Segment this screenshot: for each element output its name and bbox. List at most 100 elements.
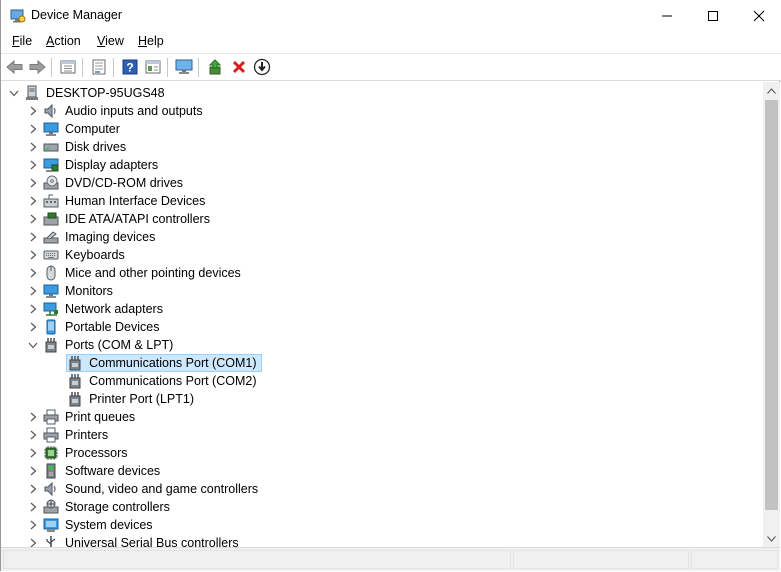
expand-toggle[interactable]	[27, 156, 39, 174]
menu-action[interactable]: Action	[46, 34, 81, 48]
tree-node-content[interactable]: Software devices	[42, 462, 165, 480]
tree-category-sound-video-and-game-controllers[interactable]: Sound, video and game controllers	[27, 480, 263, 498]
expand-toggle[interactable]	[27, 264, 39, 282]
expand-toggle[interactable]	[27, 480, 39, 498]
tree-category-computer[interactable]: Computer	[27, 120, 125, 138]
scroll-up-arrow[interactable]	[763, 82, 780, 99]
tree-node-content[interactable]: Monitors	[42, 282, 118, 300]
tree-category-universal-serial-bus-controllers[interactable]: Universal Serial Bus controllers	[27, 534, 244, 547]
expand-toggle[interactable]	[27, 120, 39, 138]
camera-icon	[43, 229, 59, 245]
tree-device-communications-port-com1[interactable]: Communications Port (COM1)	[63, 354, 262, 372]
vertical-scrollbar[interactable]	[763, 82, 780, 547]
back-button[interactable]	[5, 58, 25, 76]
tree-category-software-devices[interactable]: Software devices	[27, 462, 165, 480]
tree-node-content[interactable]: Communications Port (COM2)	[66, 372, 261, 390]
tree-category-display-adapters[interactable]: Display adapters	[27, 156, 163, 174]
tree-root-computer[interactable]: DESKTOP-95UGS48	[8, 84, 170, 102]
tree-node-content[interactable]: Mice and other pointing devices	[42, 264, 246, 282]
properties-view-button[interactable]	[58, 58, 78, 76]
tree-category-network-adapters[interactable]: Network adapters	[27, 300, 168, 318]
tree-category-storage-controllers[interactable]: Storage controllers	[27, 498, 175, 516]
tree-category-processors[interactable]: Processors	[27, 444, 133, 462]
tree-category-human-interface-devices[interactable]: Human Interface Devices	[27, 192, 210, 210]
expand-toggle[interactable]	[27, 462, 39, 480]
back-icon	[6, 60, 23, 74]
expand-toggle[interactable]	[27, 408, 39, 426]
expand-toggle[interactable]	[27, 102, 39, 120]
tree-node-content[interactable]: Processors	[42, 444, 133, 462]
tree-node-content[interactable]: Disk drives	[42, 138, 131, 156]
tree-node-content[interactable]: DVD/CD-ROM drives	[42, 174, 188, 192]
disable-device-button[interactable]	[252, 58, 272, 76]
menu-view[interactable]: View	[97, 34, 124, 48]
tree-node-content[interactable]: Storage controllers	[42, 498, 175, 516]
tree-node-content[interactable]: DESKTOP-95UGS48	[23, 84, 170, 102]
tree-device-communications-port-com2[interactable]: Communications Port (COM2)	[63, 372, 261, 390]
tree-node-content[interactable]: Printers	[42, 426, 113, 444]
tree-category-mice-and-other-pointing-devices[interactable]: Mice and other pointing devices	[27, 264, 246, 282]
tree-category-imaging-devices[interactable]: Imaging devices	[27, 228, 160, 246]
help-button[interactable]: ?	[120, 58, 140, 76]
tree-category-monitors[interactable]: Monitors	[27, 282, 118, 300]
tree-node-content[interactable]: Print queues	[42, 408, 140, 426]
scan-hardware-button[interactable]	[174, 58, 194, 76]
tree-node-content[interactable]: Keyboards	[42, 246, 130, 264]
expand-toggle[interactable]	[27, 516, 39, 534]
scroll-down-arrow[interactable]	[763, 530, 780, 547]
expand-toggle[interactable]	[27, 498, 39, 516]
tree-device-printer-port-lpt1[interactable]: Printer Port (LPT1)	[63, 390, 199, 408]
expand-toggle[interactable]	[27, 246, 39, 264]
tree-node-content[interactable]: Human Interface Devices	[42, 192, 210, 210]
scroll-thumb[interactable]	[765, 100, 778, 510]
expand-toggle[interactable]	[27, 138, 39, 156]
expand-toggle[interactable]	[27, 300, 39, 318]
tree-node-content[interactable]: Universal Serial Bus controllers	[42, 534, 244, 547]
expand-toggle[interactable]	[27, 336, 39, 354]
minimize-button[interactable]	[644, 0, 690, 31]
tree-category-disk-drives[interactable]: Disk drives	[27, 138, 131, 156]
close-button[interactable]	[736, 0, 781, 31]
expand-toggle[interactable]	[27, 534, 39, 547]
tree-node-content[interactable]: Computer	[42, 120, 125, 138]
tree-node-content[interactable]: Ports (COM & LPT)	[42, 336, 178, 354]
expand-toggle[interactable]	[27, 192, 39, 210]
expand-toggle[interactable]	[27, 174, 39, 192]
tree-node-content[interactable]: Display adapters	[42, 156, 163, 174]
update-driver-button[interactable]	[205, 58, 225, 76]
tree-node-content[interactable]: IDE ATA/ATAPI controllers	[42, 210, 215, 228]
tree-category-keyboards[interactable]: Keyboards	[27, 246, 130, 264]
menu-file[interactable]: File	[12, 34, 32, 48]
menu-help[interactable]: Help	[138, 34, 164, 48]
tree-category-system-devices[interactable]: System devices	[27, 516, 158, 534]
tree-node-label: Display adapters	[65, 158, 159, 172]
expand-toggle[interactable]	[27, 210, 39, 228]
tree-node-content[interactable]: Printer Port (LPT1)	[66, 390, 199, 408]
tree-node-content[interactable]: Communications Port (COM1)	[66, 354, 262, 372]
tree-node-content[interactable]: Audio inputs and outputs	[42, 102, 208, 120]
tree-category-audio-inputs-and-outputs[interactable]: Audio inputs and outputs	[27, 102, 208, 120]
tree-node-content[interactable]: Portable Devices	[42, 318, 165, 336]
uninstall-device-button[interactable]	[229, 58, 249, 76]
tree-category-printers[interactable]: Printers	[27, 426, 113, 444]
expand-toggle[interactable]	[27, 426, 39, 444]
expand-toggle[interactable]	[27, 228, 39, 246]
tree-node-content[interactable]: System devices	[42, 516, 158, 534]
tree-node-content[interactable]: Network adapters	[42, 300, 168, 318]
action-view-button[interactable]	[143, 58, 163, 76]
show-hidden-button[interactable]	[89, 58, 109, 76]
maximize-button[interactable]	[690, 0, 736, 31]
tree-node-content[interactable]: Sound, video and game controllers	[42, 480, 263, 498]
tree-category-print-queues[interactable]: Print queues	[27, 408, 140, 426]
tree-category-ide-ata-atapi-controllers[interactable]: IDE ATA/ATAPI controllers	[27, 210, 215, 228]
tree-category-dvd-cd-rom-drives[interactable]: DVD/CD-ROM drives	[27, 174, 188, 192]
tree-category-ports-com-lpt[interactable]: Ports (COM & LPT)	[27, 336, 178, 354]
expand-toggle[interactable]	[27, 318, 39, 336]
tree-node-content[interactable]: Imaging devices	[42, 228, 160, 246]
forward-button[interactable]	[27, 58, 47, 76]
tree-node-label: Ports (COM & LPT)	[65, 338, 174, 352]
expand-toggle[interactable]	[27, 444, 39, 462]
expand-toggle[interactable]	[8, 84, 20, 102]
tree-category-portable-devices[interactable]: Portable Devices	[27, 318, 165, 336]
expand-toggle[interactable]	[27, 282, 39, 300]
